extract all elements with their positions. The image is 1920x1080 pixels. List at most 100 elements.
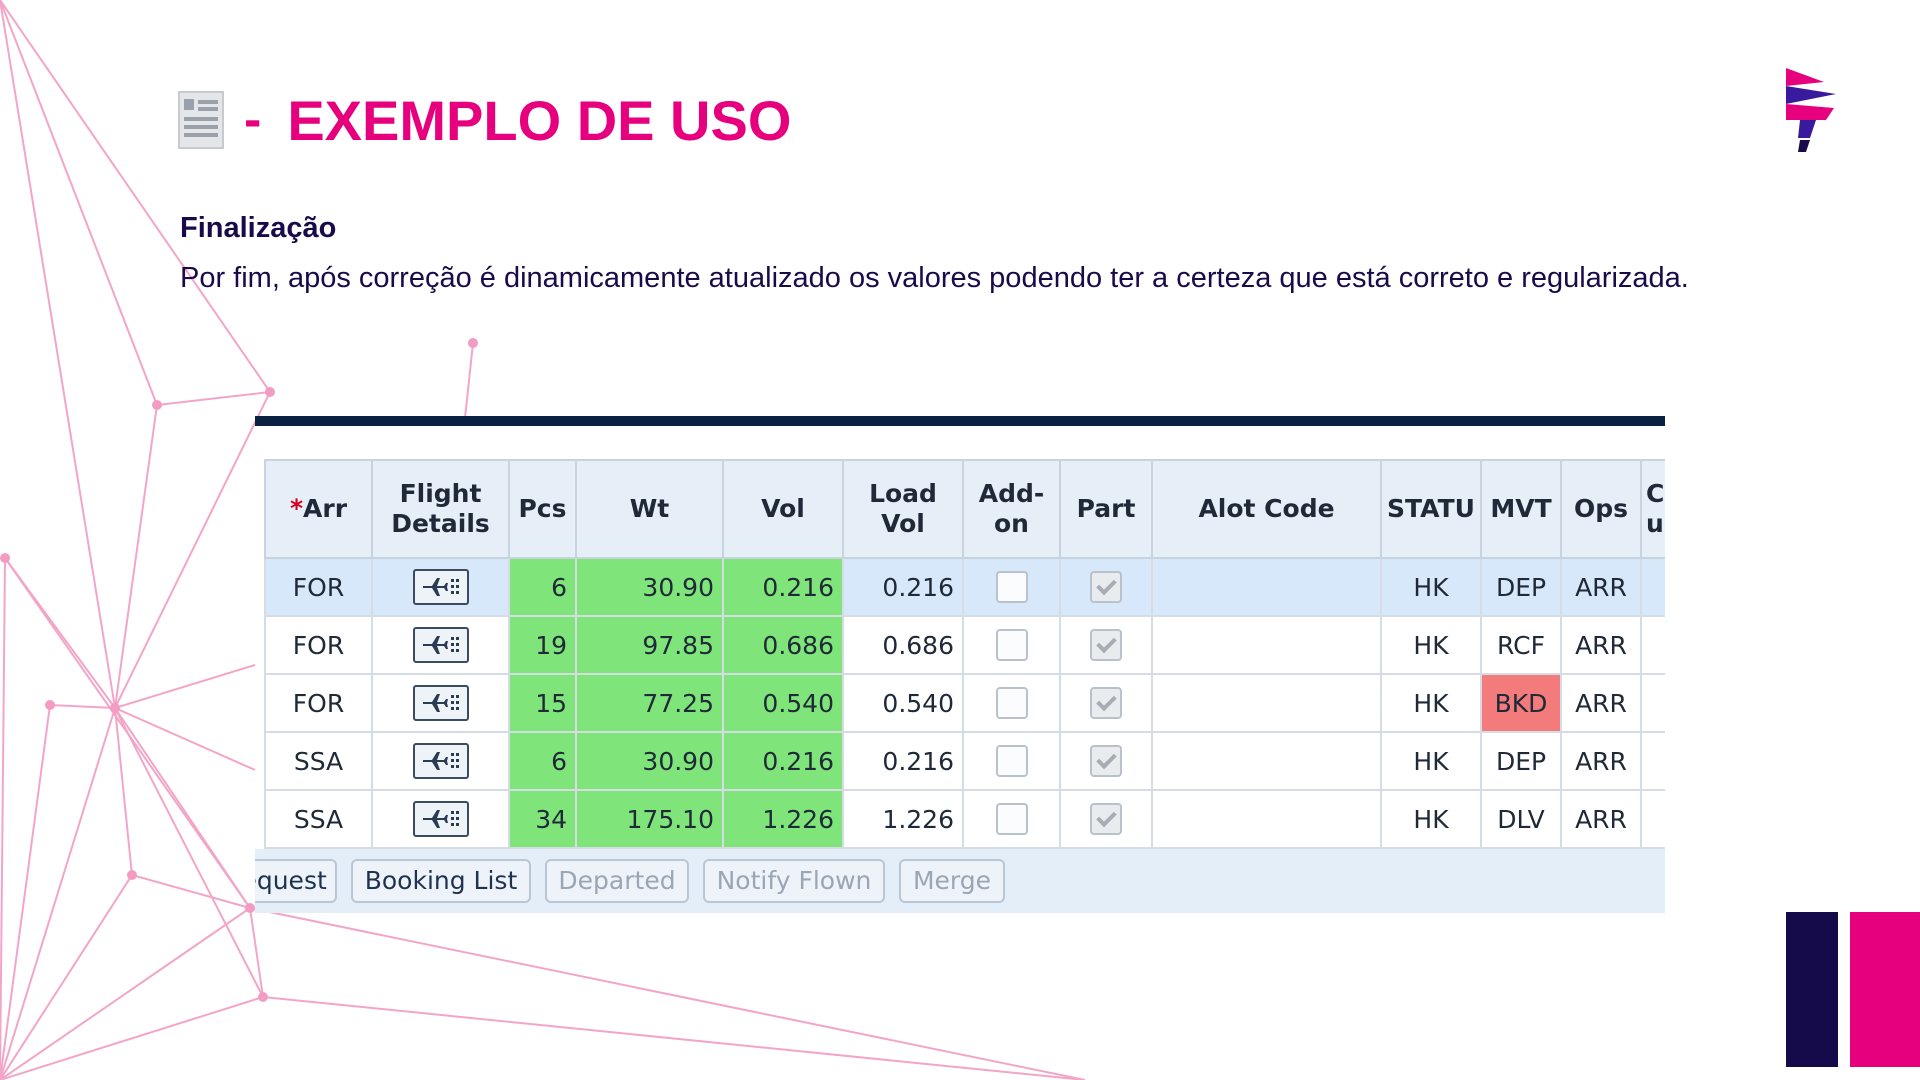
addon-checkbox[interactable]	[995, 629, 1028, 661]
cell-addon[interactable]	[962, 673, 1061, 733]
cell-arr[interactable]: SSA	[264, 731, 373, 791]
part-checkbox[interactable]	[1090, 803, 1122, 835]
cell-ops[interactable]: ARR	[1560, 731, 1642, 791]
cell-status[interactable]: HK	[1380, 557, 1482, 617]
part-checkbox[interactable]	[1090, 571, 1122, 603]
cell-part[interactable]	[1059, 557, 1153, 617]
column-header-arr[interactable]: *Arr	[264, 459, 373, 559]
part-checkbox[interactable]	[1090, 745, 1122, 777]
cell-flight-details[interactable]	[371, 731, 510, 791]
cell-ops[interactable]: ARR	[1560, 789, 1642, 849]
cell-flight-details[interactable]	[371, 789, 510, 849]
cell-status[interactable]: HK	[1380, 789, 1482, 849]
airplane-icon[interactable]	[412, 627, 469, 663]
column-header-flight-details[interactable]: Flight Details	[371, 459, 510, 559]
cell-part[interactable]	[1059, 615, 1153, 675]
cell-part[interactable]	[1059, 673, 1153, 733]
cell-load-vol[interactable]: 0.540	[842, 673, 964, 733]
cell-part[interactable]	[1059, 731, 1153, 791]
column-header-load-vol[interactable]: Load Vol	[842, 459, 964, 559]
cell-vol[interactable]: 1.226	[722, 789, 844, 849]
column-header-alot-code[interactable]: Alot Code	[1151, 459, 1382, 559]
cell-load-vol[interactable]: 0.686	[842, 615, 964, 675]
table-row[interactable]: SSA 34 175.10 1.226 1.226 HK DLV ARR	[264, 789, 1665, 849]
cell-alot-code[interactable]	[1151, 731, 1382, 791]
cell-addon[interactable]	[962, 557, 1061, 617]
column-header-pcs[interactable]: Pcs	[508, 459, 577, 559]
cell-flight-details[interactable]	[371, 673, 510, 733]
column-header-vol[interactable]: Vol	[722, 459, 844, 559]
cell-load-vol[interactable]: 1.226	[842, 789, 964, 849]
page-title: EXEMPLO DE USO	[287, 88, 792, 152]
cell-alot-code[interactable]	[1151, 615, 1382, 675]
column-header-clipped[interactable]: C A u	[1640, 459, 1665, 559]
cell-alot-code[interactable]	[1151, 673, 1382, 733]
booking-list-button[interactable]: Booking List	[351, 859, 531, 903]
part-checkbox[interactable]	[1090, 687, 1122, 719]
airplane-icon[interactable]	[412, 569, 469, 605]
cell-ops[interactable]: ARR	[1560, 557, 1642, 617]
cell-pcs[interactable]: 15	[508, 673, 577, 733]
cell-addon[interactable]	[962, 731, 1061, 791]
cell-mvt[interactable]: DEP	[1480, 557, 1562, 617]
airplane-icon[interactable]	[412, 743, 469, 779]
addon-checkbox[interactable]	[995, 571, 1028, 603]
notify-flown-button[interactable]: Notify Flown	[703, 859, 885, 903]
addon-checkbox[interactable]	[995, 687, 1028, 719]
cell-ops[interactable]: ARR	[1560, 615, 1642, 675]
cell-wt[interactable]: 30.90	[575, 731, 724, 791]
cell-part[interactable]	[1059, 789, 1153, 849]
cell-alot-code[interactable]	[1151, 557, 1382, 617]
cell-pcs[interactable]: 6	[508, 731, 577, 791]
cell-status[interactable]: HK	[1380, 615, 1482, 675]
cell-ops[interactable]: ARR	[1560, 673, 1642, 733]
cell-arr[interactable]: SSA	[264, 789, 373, 849]
departed-button[interactable]: Departed	[545, 859, 689, 903]
cell-mvt[interactable]: DLV	[1480, 789, 1562, 849]
table-row[interactable]: FOR 19 97.85 0.686 0.686 HK RCF ARR	[264, 615, 1665, 675]
table-row[interactable]: FOR 6 30.90 0.216 0.216 HK DEP ARR	[264, 557, 1665, 617]
column-header-addon[interactable]: Add-on	[962, 459, 1061, 559]
column-header-status[interactable]: STATU	[1380, 459, 1482, 559]
cell-status[interactable]: HK	[1380, 731, 1482, 791]
cell-pcs[interactable]: 19	[508, 615, 577, 675]
cell-arr[interactable]: FOR	[264, 673, 373, 733]
cell-mvt[interactable]: BKD	[1480, 673, 1562, 733]
cell-alot-code[interactable]	[1151, 789, 1382, 849]
cell-vol[interactable]: 0.540	[722, 673, 844, 733]
cell-mvt[interactable]: DEP	[1480, 731, 1562, 791]
cell-vol[interactable]: 0.686	[722, 615, 844, 675]
cell-vol[interactable]: 0.216	[722, 731, 844, 791]
cell-flight-details[interactable]	[371, 557, 510, 617]
cell-pcs[interactable]: 6	[508, 557, 577, 617]
addon-checkbox[interactable]	[995, 745, 1028, 777]
cell-wt[interactable]: 30.90	[575, 557, 724, 617]
airplane-icon[interactable]	[412, 801, 469, 837]
cell-addon[interactable]	[962, 615, 1061, 675]
cell-flight-details[interactable]	[371, 615, 510, 675]
table-row[interactable]: FOR 15 77.25 0.540 0.540 HK BKD ARR	[264, 673, 1665, 733]
cell-mvt[interactable]: RCF	[1480, 615, 1562, 675]
table-row[interactable]: SSA 6 30.90 0.216 0.216 HK DEP ARR	[264, 731, 1665, 791]
column-header-mvt[interactable]: MVT	[1480, 459, 1562, 559]
cell-arr[interactable]: FOR	[264, 557, 373, 617]
column-header-ops[interactable]: Ops	[1560, 459, 1642, 559]
cell-load-vol[interactable]: 0.216	[842, 557, 964, 617]
cell-status[interactable]: HK	[1380, 673, 1482, 733]
cell-arr[interactable]: FOR	[264, 615, 373, 675]
column-header-wt[interactable]: Wt	[575, 459, 724, 559]
addon-checkbox[interactable]	[995, 803, 1028, 835]
request-button[interactable]: Request	[255, 859, 337, 903]
cell-wt[interactable]: 175.10	[575, 789, 724, 849]
cell-wt[interactable]: 97.85	[575, 615, 724, 675]
cell-vol[interactable]: 0.216	[722, 557, 844, 617]
column-header-part[interactable]: Part	[1059, 459, 1153, 559]
cell-wt[interactable]: 77.25	[575, 673, 724, 733]
slide-title-row: - EXEMPLO DE USO	[178, 85, 791, 155]
cell-addon[interactable]	[962, 789, 1061, 849]
merge-button[interactable]: Merge	[899, 859, 1005, 903]
cell-pcs[interactable]: 34	[508, 789, 577, 849]
cell-load-vol[interactable]: 0.216	[842, 731, 964, 791]
airplane-icon[interactable]	[412, 685, 469, 721]
part-checkbox[interactable]	[1090, 629, 1122, 661]
